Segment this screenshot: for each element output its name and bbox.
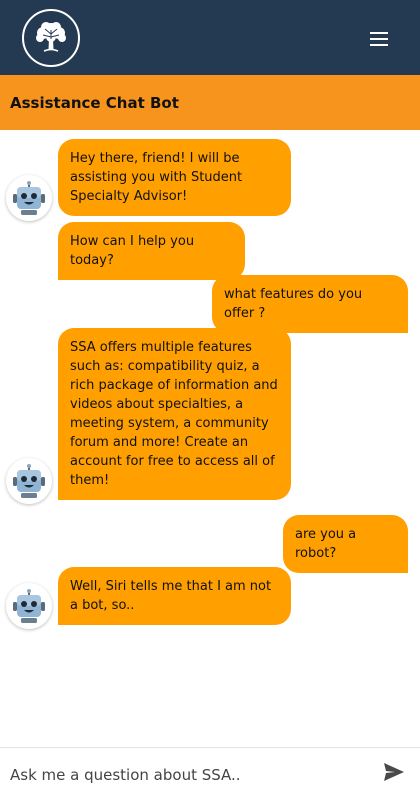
user-message: what features do you offer ? [212, 275, 408, 333]
message-input[interactable] [8, 760, 372, 790]
message-input-bar [0, 747, 420, 800]
robot-avatar-icon [6, 458, 52, 504]
top-navbar [0, 0, 420, 75]
robot-avatar-icon [6, 583, 52, 629]
robot-avatar-icon [6, 175, 52, 221]
chat-header: Assistance Chat Bot [0, 75, 420, 130]
chat-title: Assistance Chat Bot [10, 94, 179, 112]
send-icon[interactable] [381, 759, 407, 785]
bot-message: SSA offers multiple features such as: co… [58, 328, 291, 500]
user-message: are you a robot? [283, 515, 408, 573]
bot-message: Hey there, friend! I will be assisting y… [58, 139, 291, 216]
hamburger-menu-icon[interactable] [366, 29, 392, 49]
tree-logo-icon[interactable] [22, 9, 80, 67]
bot-message: Well, Siri tells me that I am not a bot,… [58, 567, 291, 625]
chat-messages[interactable]: Hey there, friend! I will be assisting y… [0, 130, 420, 747]
bot-message: How can I help you today? [58, 222, 245, 280]
